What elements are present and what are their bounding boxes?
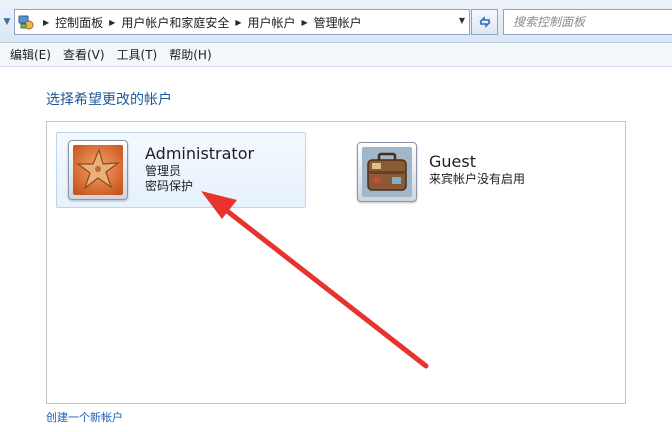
breadcrumb-user-accounts-family-safety[interactable]: 用户帐户和家庭安全 (121, 14, 229, 31)
account-status: 密码保护 (145, 179, 194, 193)
menu-tools[interactable]: 工具(T) (111, 44, 164, 67)
account-name: Administrator (145, 144, 255, 163)
chevron-down-icon[interactable]: ▼ (459, 16, 465, 25)
menu-bar: 编辑(E) 查看(V) 工具(T) 帮助(H) (0, 44, 672, 67)
breadcrumb-control-panel[interactable]: 控制面板 (55, 14, 103, 31)
starfish-avatar-icon (73, 145, 123, 195)
menu-help[interactable]: 帮助(H) (163, 44, 217, 67)
page-title: 选择希望更改的帐户 (46, 92, 172, 108)
avatar (68, 140, 128, 200)
address-bar: ▼ ▶ 控制面板 ▶ 用户帐户和家庭安全 ▶ 用户帐户 ▶ 管理帐户 ▼ 搜索控… (0, 0, 672, 43)
breadcrumb[interactable]: ▶ 控制面板 ▶ 用户帐户和家庭安全 ▶ 用户帐户 ▶ 管理帐户 ▼ (14, 9, 470, 35)
menu-edit[interactable]: 编辑(E) (4, 44, 57, 67)
manage-accounts-window: ▼ ▶ 控制面板 ▶ 用户帐户和家庭安全 ▶ 用户帐户 ▶ 管理帐户 ▼ 搜索控… (0, 0, 672, 432)
search-input[interactable]: 搜索控制面板 (503, 9, 672, 35)
accounts-panel: Administrator 管理员 密码保护 Guest 来宾帐户没有启用 (46, 121, 626, 404)
create-account-link[interactable]: 创建一个新帐户 (46, 409, 123, 425)
account-name: Guest (429, 152, 476, 171)
refresh-button[interactable] (471, 9, 498, 35)
refresh-icon (478, 16, 491, 28)
account-type: 来宾帐户没有启用 (429, 172, 526, 186)
breadcrumb-separator-icon[interactable]: ▶ (229, 18, 247, 27)
account-guest[interactable]: Guest 来宾帐户没有启用 (357, 142, 617, 202)
breadcrumb-manage-accounts[interactable]: 管理帐户 (314, 14, 362, 31)
breadcrumb-user-accounts[interactable]: 用户帐户 (248, 14, 296, 31)
recent-pages-dropdown[interactable]: ▼ (0, 12, 14, 32)
control-panel-icon (15, 10, 37, 34)
menu-view[interactable]: 查看(V) (57, 44, 111, 67)
breadcrumb-separator-icon[interactable]: ▶ (37, 18, 55, 27)
breadcrumb-separator-icon[interactable]: ▶ (103, 18, 121, 27)
account-administrator[interactable]: Administrator 管理员 密码保护 (56, 132, 306, 208)
avatar (357, 142, 417, 202)
account-type: 管理员 (145, 164, 182, 178)
breadcrumb-separator-icon[interactable]: ▶ (296, 18, 314, 27)
suitcase-avatar-icon (362, 147, 412, 197)
